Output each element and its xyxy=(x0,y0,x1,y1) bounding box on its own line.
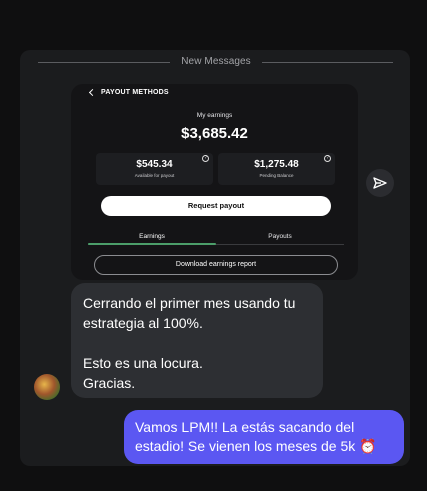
earnings-label: My earnings xyxy=(196,112,233,119)
stat-label: Available for payout xyxy=(134,173,175,178)
card-header[interactable]: PAYOUT METHODS xyxy=(88,88,169,97)
divider-line-left xyxy=(38,62,170,63)
chevron-left-icon xyxy=(88,88,97,97)
stat-pending: $1,275.48 Pending Balance ? xyxy=(218,153,335,185)
tab-active-indicator xyxy=(88,243,216,245)
shared-screenshot-card[interactable]: PAYOUT METHODS My earnings $3,685.42 $54… xyxy=(71,84,358,280)
divider-line-right xyxy=(262,62,393,63)
help-circle-icon[interactable]: ? xyxy=(324,155,331,162)
help-circle-icon[interactable]: ? xyxy=(202,155,209,162)
avatar[interactable] xyxy=(34,374,60,400)
incoming-message[interactable]: Cerrando el primer mes usando tu estrate… xyxy=(71,283,323,398)
send-button[interactable] xyxy=(366,169,394,197)
tab-earnings[interactable]: Earnings xyxy=(88,233,216,240)
tab-payouts[interactable]: Payouts xyxy=(216,233,344,240)
stat-value: $545.34 xyxy=(136,159,173,170)
outgoing-message[interactable]: Vamos LPM!! La estás sacando del estadio… xyxy=(124,410,404,464)
download-report-button[interactable]: Download earnings report xyxy=(94,255,338,275)
stat-available: $545.34 Available for payout ? xyxy=(96,153,213,185)
stat-label: Pending Balance xyxy=(259,173,294,178)
earnings-value: $3,685.42 xyxy=(181,125,248,142)
send-icon xyxy=(373,177,387,189)
card-title: PAYOUT METHODS xyxy=(101,89,169,96)
stat-value: $1,275.48 xyxy=(254,159,299,170)
request-payout-button[interactable]: Request payout xyxy=(101,196,331,216)
new-messages-divider: New Messages xyxy=(181,56,251,67)
